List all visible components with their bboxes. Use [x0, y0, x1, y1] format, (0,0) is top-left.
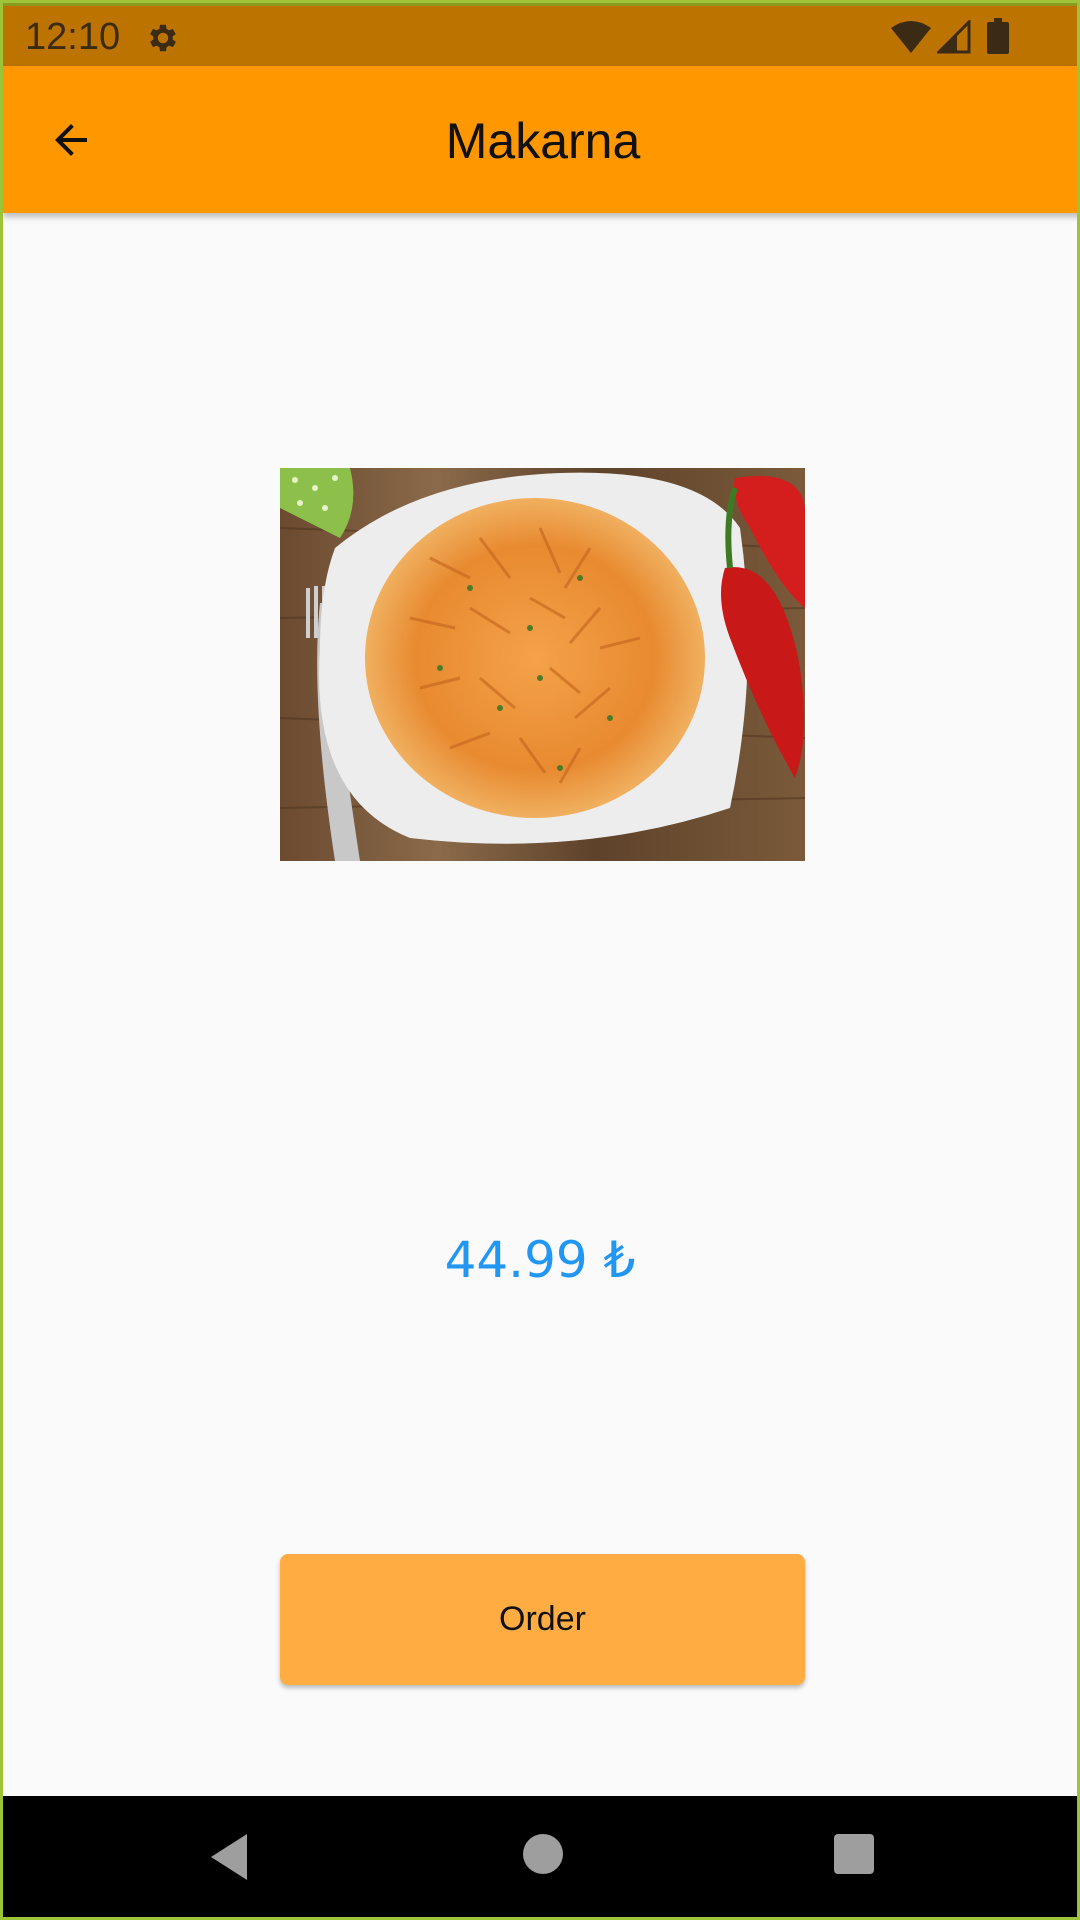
nav-back-icon[interactable]: [207, 1832, 251, 1882]
status-bar: 12:10: [3, 3, 1077, 66]
status-time: 12:10: [25, 16, 121, 58]
price-label: 44.99 ₺: [444, 1231, 636, 1289]
navigation-bar: [3, 1796, 1077, 1917]
order-button[interactable]: Order: [280, 1554, 805, 1685]
battery-icon: [987, 18, 1009, 54]
nav-recents-icon[interactable]: [834, 1834, 874, 1874]
product-image: [280, 468, 805, 861]
app-bar: Makarna: [3, 66, 1077, 213]
page-title: Makarna: [445, 113, 641, 169]
pasta-image: [280, 468, 805, 861]
signal-icon: [937, 20, 971, 54]
nav-home-icon[interactable]: [523, 1834, 563, 1874]
gear-icon: [150, 24, 176, 52]
screen: 12:10 Makarna 44.99 ₺ Order: [0, 0, 1080, 1920]
wifi-icon: [891, 21, 931, 53]
